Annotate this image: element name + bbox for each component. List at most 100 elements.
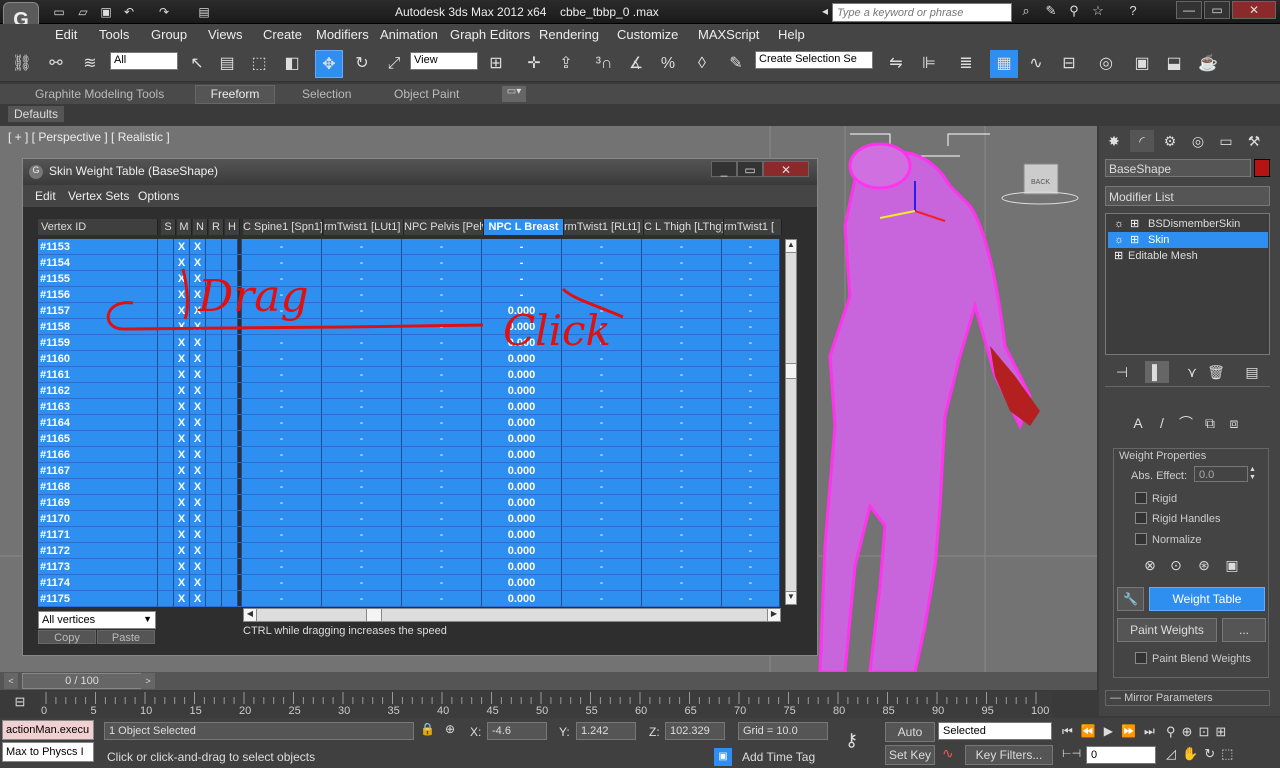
flag-cell[interactable]	[222, 591, 238, 607]
header-bone-rlarmtwist[interactable]: rmTwist1 [RLt1]	[564, 219, 644, 235]
defaults-panel[interactable]: Defaults	[8, 106, 64, 122]
weight-cell[interactable]: -	[402, 527, 482, 543]
weight-cell[interactable]: -	[322, 543, 402, 559]
flag-cell[interactable]	[222, 447, 238, 463]
maxscript-listener-line1[interactable]: actionMan.execu	[2, 720, 94, 740]
weight-pen-icon[interactable]: /	[1150, 412, 1174, 434]
orbit-icon[interactable]: ↻	[1204, 746, 1221, 761]
weight-cell-l-breast[interactable]: 0.000	[482, 543, 562, 559]
weight-cell[interactable]: -	[562, 239, 642, 255]
vertex-id-cell[interactable]: #1174	[38, 575, 158, 591]
flag-m-cell[interactable]: X	[174, 239, 190, 255]
header-bone-spine1[interactable]: C Spine1 [Spn1]	[243, 219, 323, 235]
weight-cell-l-breast[interactable]: 0.000	[482, 463, 562, 479]
weight-cell[interactable]: -	[722, 559, 780, 575]
include-verts-icon[interactable]: ⊙	[1164, 554, 1188, 576]
object-name-field[interactable]: BaseShape	[1105, 159, 1251, 177]
menu-help[interactable]: Help	[778, 27, 805, 42]
weight-cell[interactable]: -	[402, 559, 482, 575]
key-filters-button[interactable]: Key Filters...	[965, 745, 1053, 765]
flag-cell[interactable]	[158, 399, 174, 415]
mirror-icon[interactable]: ⇋	[882, 50, 910, 78]
flag-cell[interactable]	[222, 463, 238, 479]
vertex-id-cell[interactable]: #1168	[38, 479, 158, 495]
z-coordinate-input[interactable]: 102.329	[665, 722, 725, 740]
weight-cell[interactable]: -	[642, 367, 722, 383]
weight-cell[interactable]: -	[642, 527, 722, 543]
weight-cell[interactable]: -	[322, 511, 402, 527]
select-excluded-icon[interactable]: ⊛	[1192, 554, 1216, 576]
absolute-mode-icon[interactable]: ⊕	[445, 722, 455, 736]
key-mode-toggle-icon[interactable]: ⊢⊣	[1062, 747, 1081, 760]
edit-named-selection-icon[interactable]: ✎	[722, 50, 750, 78]
weight-cell[interactable]: -	[642, 511, 722, 527]
communication-icon[interactable]: ⚲	[1063, 3, 1085, 21]
weight-cell[interactable]: -	[722, 399, 780, 415]
mini-curve-editor-icon[interactable]: ⊟	[8, 694, 32, 714]
tab-graphite-modeling[interactable]: Graphite Modeling Tools	[35, 87, 164, 101]
flag-cell[interactable]	[158, 559, 174, 575]
zoom-all-icon[interactable]: ⊕	[1182, 724, 1199, 739]
flag-cell[interactable]	[206, 415, 222, 431]
flag-m-cell[interactable]: X	[174, 575, 190, 591]
window-crossing-icon[interactable]: ◧	[278, 50, 306, 78]
undo-icon[interactable]: ↶	[120, 4, 138, 20]
flag-cell[interactable]	[222, 559, 238, 575]
paste-button[interactable]: Paste	[97, 630, 155, 644]
spinner-snap-icon[interactable]: ◊	[688, 50, 716, 78]
weight-cell-l-breast[interactable]: 0.000	[482, 511, 562, 527]
play-icon[interactable]: ▶	[1104, 724, 1121, 738]
set-key-button[interactable]: Set Key	[885, 745, 935, 765]
link-icon[interactable]: ⛓	[8, 50, 36, 78]
weight-cell[interactable]: -	[402, 575, 482, 591]
weight-cell[interactable]: -	[242, 575, 322, 591]
weight-cell[interactable]: -	[562, 463, 642, 479]
flag-cell[interactable]	[222, 511, 238, 527]
render-setup-icon[interactable]: ▣	[1128, 50, 1156, 78]
flag-cell[interactable]	[206, 367, 222, 383]
dialog-close-button[interactable]: ✕	[763, 161, 809, 177]
motion-tab-icon[interactable]: ◎	[1186, 130, 1210, 152]
flag-cell[interactable]	[206, 463, 222, 479]
add-time-tag-button[interactable]: Add Time Tag	[742, 750, 815, 764]
curve-editor-icon[interactable]: ∿	[1022, 50, 1050, 78]
header-bone-l-thigh[interactable]: C L Thigh [LThg]	[644, 219, 724, 235]
copy-button[interactable]: Copy	[38, 630, 96, 644]
flag-n-cell[interactable]: X	[190, 527, 206, 543]
menu-group[interactable]: Group	[151, 27, 187, 42]
rotate-icon[interactable]: ↻	[348, 50, 376, 78]
scroll-up-icon[interactable]: ▲	[785, 239, 797, 253]
weight-cell[interactable]: -	[722, 335, 780, 351]
flag-cell[interactable]	[222, 543, 238, 559]
configure-sets-icon[interactable]: ▤	[1240, 361, 1264, 383]
header-n[interactable]: N	[193, 219, 208, 235]
flag-cell[interactable]	[222, 431, 238, 447]
menu-edit[interactable]: Edit	[55, 27, 77, 42]
weight-cell[interactable]: -	[402, 367, 482, 383]
flag-n-cell[interactable]: X	[190, 447, 206, 463]
expand-plus-icon[interactable]: ⊞	[1130, 216, 1139, 232]
time-prev-icon[interactable]: <	[4, 673, 18, 689]
paint-options-button[interactable]: ...	[1222, 618, 1266, 642]
flag-cell[interactable]	[206, 383, 222, 399]
weight-cell-l-breast[interactable]: 0.000	[482, 479, 562, 495]
save-icon[interactable]: ▣	[97, 4, 115, 20]
flag-m-cell[interactable]: X	[174, 415, 190, 431]
expand-plus-icon[interactable]: ⊞	[1130, 232, 1139, 248]
exclude-verts-icon[interactable]: ⊗	[1138, 554, 1162, 576]
flag-cell[interactable]	[222, 575, 238, 591]
vertex-id-cell[interactable]: #1163	[38, 399, 158, 415]
weight-cell[interactable]: -	[722, 591, 780, 607]
lightbulb-icon[interactable]: ☼	[1114, 216, 1124, 232]
flag-n-cell[interactable]: X	[190, 495, 206, 511]
pin-stack-icon[interactable]: ⊣	[1110, 361, 1134, 383]
weight-cell[interactable]: -	[402, 383, 482, 399]
scroll-down-icon[interactable]: ▼	[785, 591, 797, 605]
zoom-icon[interactable]: ⚲	[1166, 724, 1182, 739]
copy-weights-icon[interactable]: ⧉	[1198, 412, 1222, 434]
weight-cell[interactable]: -	[722, 431, 780, 447]
flag-cell[interactable]	[206, 479, 222, 495]
weight-cell[interactable]: -	[562, 591, 642, 607]
menu-rendering[interactable]: Rendering	[539, 27, 599, 42]
flag-n-cell[interactable]: X	[190, 399, 206, 415]
